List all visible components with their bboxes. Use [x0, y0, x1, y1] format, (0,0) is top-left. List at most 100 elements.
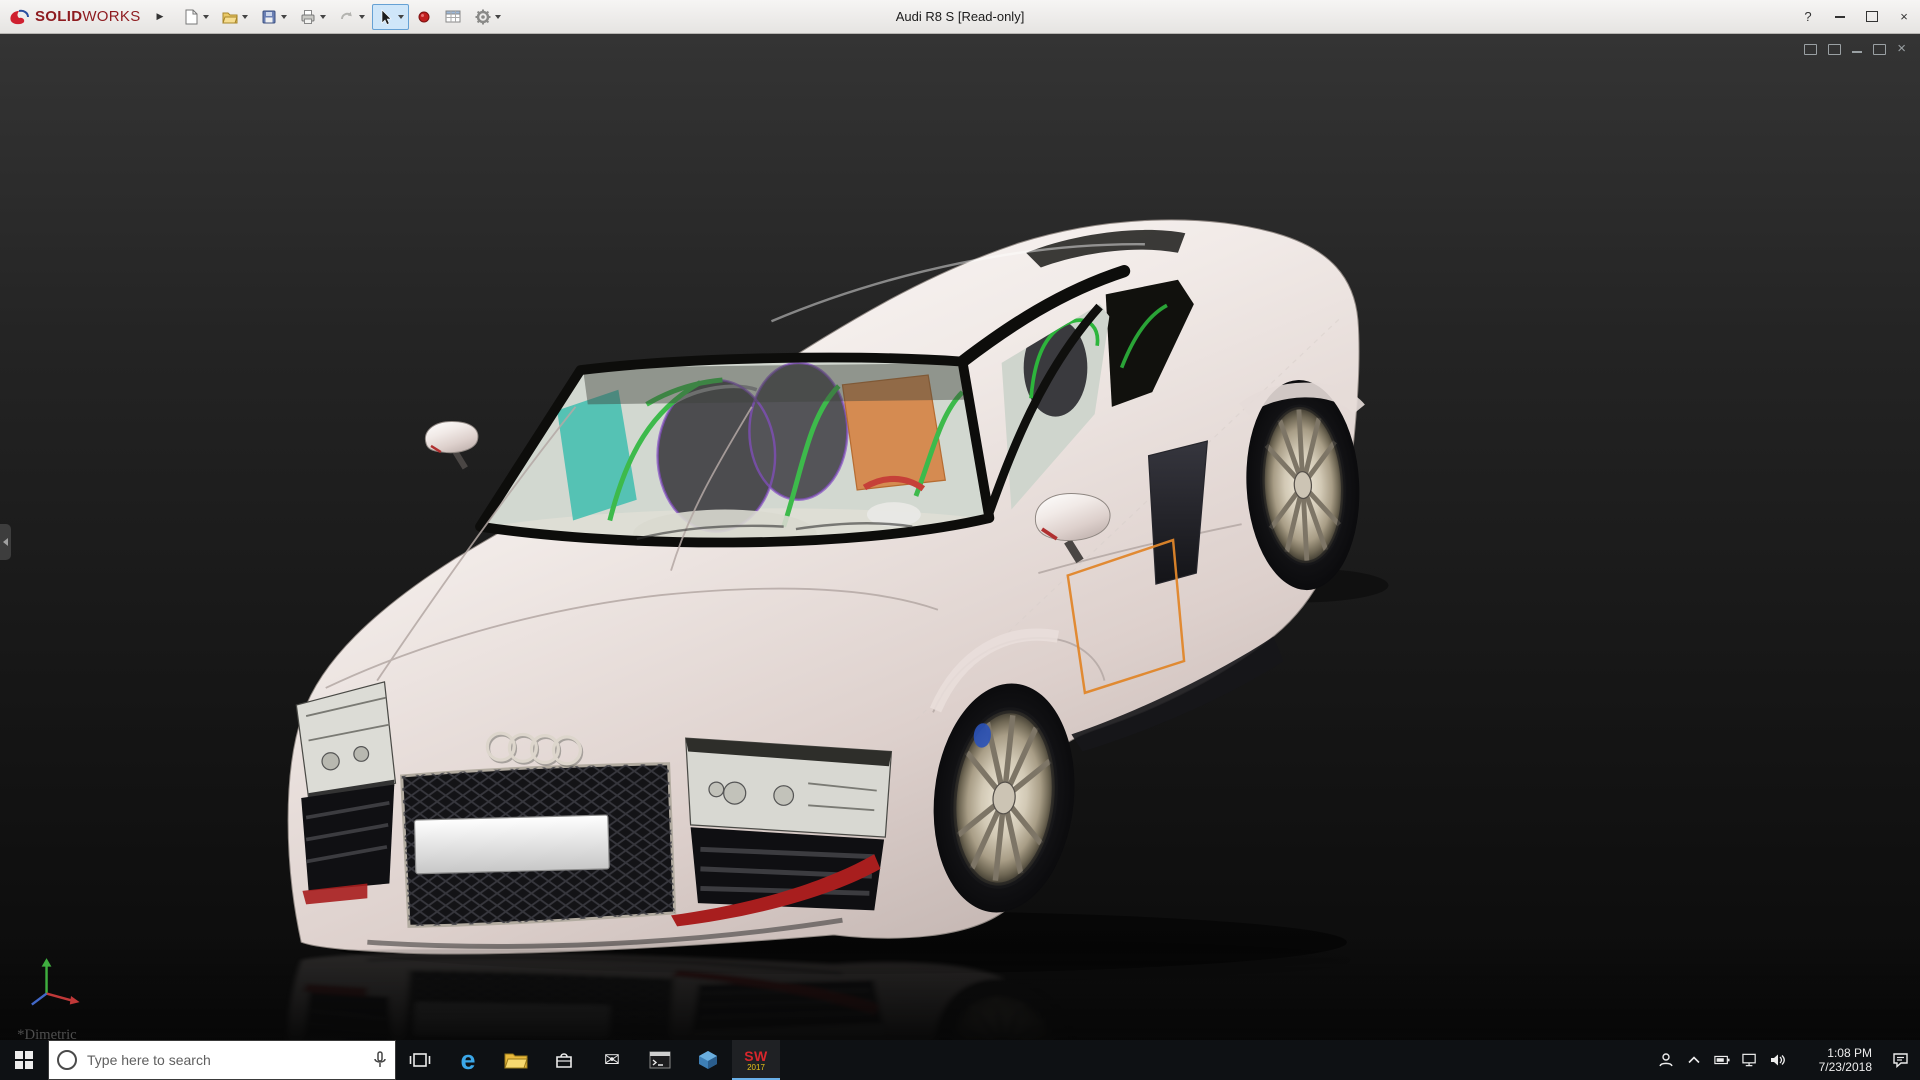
new-document-icon — [185, 9, 198, 24]
doc-minimize-button[interactable] — [1852, 42, 1863, 56]
dropdown-arrow-icon[interactable] — [242, 14, 249, 19]
task-view-button[interactable] — [396, 1040, 444, 1080]
open-button[interactable] — [216, 4, 253, 30]
console-button[interactable] — [636, 1040, 684, 1080]
clock-date: 7/23/2018 — [1818, 1060, 1872, 1074]
system-tray: 1:08 PM 7/23/2018 — [1652, 1040, 1920, 1080]
volume-icon — [1771, 1054, 1785, 1066]
dropdown-arrow-icon[interactable] — [359, 14, 366, 19]
network-button[interactable] — [1736, 1040, 1764, 1080]
people-icon — [1659, 1053, 1673, 1067]
taskbar-clock[interactable]: 1:08 PM 7/23/2018 — [1792, 1045, 1880, 1075]
doc-restore-button[interactable] — [1873, 42, 1887, 56]
windows-taskbar: e ✉ SW 2017 — [0, 1040, 1920, 1080]
mail-icon: ✉ — [604, 1049, 620, 1071]
3ds-logo-icon — [10, 9, 29, 24]
mail-button[interactable]: ✉ — [588, 1040, 636, 1080]
file-explorer-icon — [504, 1053, 528, 1069]
maximize-button[interactable] — [1856, 0, 1888, 33]
edge-icon: e — [460, 1044, 476, 1075]
tray-overflow-button[interactable] — [1680, 1040, 1708, 1080]
new-document-button[interactable] — [177, 4, 214, 30]
dropdown-arrow-icon[interactable] — [320, 14, 327, 19]
mic-icon[interactable] — [373, 1051, 387, 1069]
console-icon — [649, 1051, 671, 1069]
action-center-icon — [1892, 1053, 1908, 1068]
options-button[interactable] — [469, 4, 506, 30]
start-icon — [15, 1051, 33, 1069]
taskbar-search[interactable] — [48, 1040, 396, 1080]
screen: { "app": { "brand_bold": "SOLID", "brand… — [0, 0, 1920, 1080]
print-icon — [301, 9, 315, 24]
design-table-button[interactable] — [439, 4, 467, 30]
new-window-icon — [1804, 43, 1818, 55]
doc-close-button[interactable]: × — [1897, 40, 1906, 57]
people-button[interactable] — [1652, 1040, 1680, 1080]
save-icon — [262, 10, 276, 23]
search-input[interactable] — [85, 1051, 365, 1069]
car-model — [287, 219, 1389, 974]
record-macro-icon — [418, 11, 430, 22]
help-button[interactable]: ? — [1792, 0, 1824, 33]
solidworks-logo: SOLIDWORKS — [0, 8, 149, 26]
clock-time: 1:08 PM — [1827, 1046, 1872, 1060]
battery-button[interactable] — [1708, 1040, 1736, 1080]
new-window-button[interactable] — [1804, 42, 1818, 56]
dropdown-arrow-icon[interactable] — [398, 14, 405, 19]
save-button[interactable] — [255, 4, 292, 30]
file-explorer-button[interactable] — [492, 1040, 540, 1080]
undo-icon — [341, 11, 353, 19]
undo-button[interactable] — [333, 4, 370, 30]
solidworks-icon-text: SW — [744, 1047, 768, 1064]
cad-viewer-icon — [699, 1051, 717, 1069]
toolbar-flyout-button[interactable]: ▶ — [149, 4, 172, 30]
open-icon — [222, 12, 239, 23]
network-icon — [1742, 1053, 1756, 1067]
close-button[interactable]: × — [1888, 0, 1920, 33]
battery-icon — [1714, 1055, 1730, 1065]
orientation-label: *Dimetric — [17, 1027, 77, 1040]
cascade-window-icon — [1828, 43, 1842, 55]
print-button[interactable] — [294, 4, 331, 30]
start-button[interactable] — [0, 1040, 48, 1080]
close-icon: × — [1897, 40, 1906, 57]
chevron-left-icon — [3, 538, 8, 546]
brand-text-bold: SOLID — [35, 8, 83, 25]
app-titlebar: SOLIDWORKS ▶ Audi R8 S [Read-only] ? × — [0, 0, 1920, 34]
minimize-icon — [1852, 51, 1863, 53]
restore-icon — [1873, 43, 1887, 55]
select-arrow-icon — [382, 8, 393, 25]
minimize-button[interactable] — [1824, 0, 1856, 33]
solidworks-icon: SW 2017 — [744, 1049, 768, 1072]
brand-text: SOLIDWORKS — [35, 8, 141, 25]
cortana-icon[interactable] — [57, 1050, 77, 1070]
feature-manager-collapse-tab[interactable] — [0, 524, 11, 560]
solidworks-icon-year: 2017 — [747, 1062, 765, 1072]
graphics-area[interactable]: *Dimetric × — [0, 34, 1920, 1040]
model-canvas[interactable]: *Dimetric — [0, 34, 1920, 1040]
quick-access-toolbar — [177, 3, 506, 30]
select-tool-button[interactable] — [372, 3, 410, 30]
volume-button[interactable] — [1764, 1040, 1792, 1080]
cascade-window-button[interactable] — [1828, 42, 1842, 56]
brand-text-light: WORKS — [82, 8, 141, 25]
solidworks-taskbar-button[interactable]: SW 2017 — [732, 1040, 780, 1080]
store-icon — [556, 1053, 572, 1068]
dropdown-arrow-icon[interactable] — [495, 14, 502, 19]
window-controls: ? × — [1792, 0, 1920, 33]
cad-viewer-button[interactable] — [684, 1040, 732, 1080]
maximize-icon — [1866, 11, 1878, 22]
chevron-up-icon — [1688, 1056, 1700, 1064]
options-gear-icon — [475, 9, 491, 24]
document-window-controls: × — [1804, 40, 1906, 57]
edge-button[interactable]: e — [444, 1040, 492, 1080]
minimize-icon — [1835, 15, 1845, 18]
design-table-icon — [445, 10, 461, 22]
task-view-icon — [409, 1053, 431, 1067]
dropdown-arrow-icon[interactable] — [281, 14, 288, 19]
record-macro-button[interactable] — [411, 4, 437, 30]
action-center-button[interactable] — [1880, 1040, 1920, 1080]
store-button[interactable] — [540, 1040, 588, 1080]
document-title: Audi R8 S [Read-only] — [895, 9, 1025, 24]
dropdown-arrow-icon[interactable] — [203, 14, 210, 19]
